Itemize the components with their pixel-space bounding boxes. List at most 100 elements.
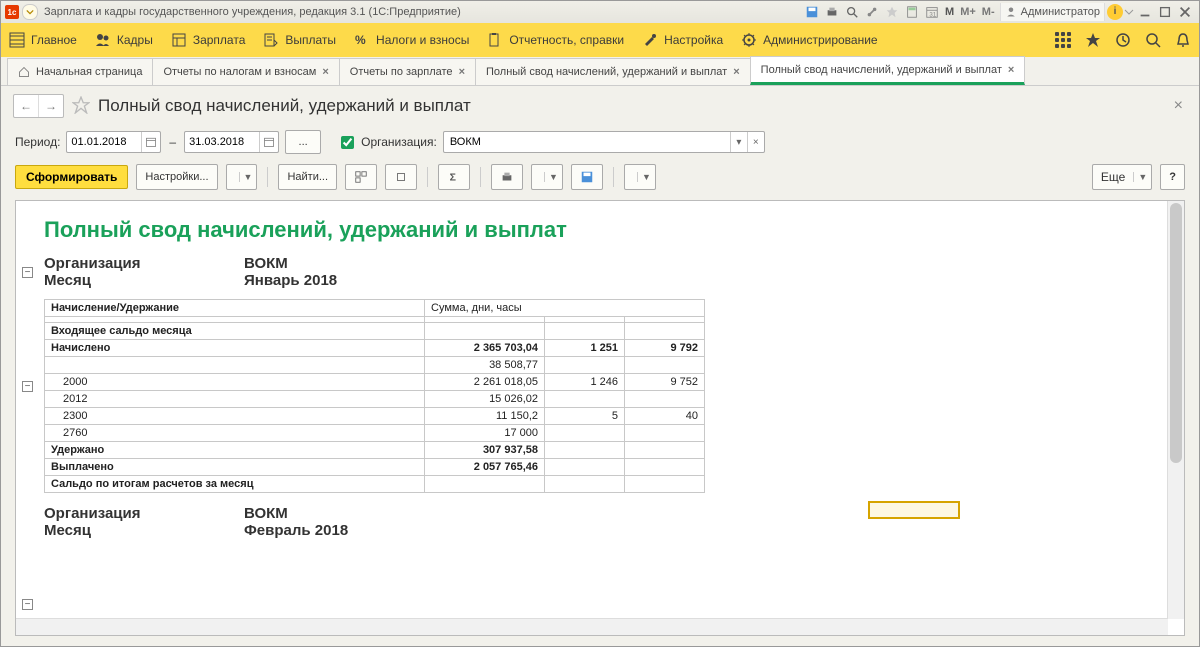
table-row[interactable]: Выплачено2 057 765,46 <box>45 459 705 476</box>
table-row[interactable]: 201215 026,02 <box>45 391 705 408</box>
period-picker-button[interactable]: ... <box>285 130 321 154</box>
generate-button[interactable]: Сформировать <box>15 165 128 189</box>
col-header-2: Сумма, дни, часы <box>425 300 705 317</box>
page-close-icon[interactable]: × <box>1170 93 1187 119</box>
table-row[interactable]: 38 508,77 <box>45 357 705 374</box>
horizontal-scrollbar[interactable] <box>16 618 1168 635</box>
app-brand-icon: 1c <box>5 5 19 19</box>
minimize-icon[interactable] <box>1136 3 1154 21</box>
m-minus-button[interactable]: M- <box>979 6 998 18</box>
search-nav-icon[interactable] <box>1145 32 1161 48</box>
scrollbar-thumb[interactable] <box>1170 203 1182 463</box>
nav-kadry[interactable]: Кадры <box>95 32 153 48</box>
preview-split-button[interactable]: ▼ <box>531 164 563 190</box>
bell-nav-icon[interactable] <box>1175 32 1191 48</box>
tree-toggle[interactable]: − <box>22 267 33 278</box>
sum-button[interactable]: Σ <box>438 164 470 190</box>
m-button[interactable]: M <box>942 6 957 18</box>
link-icon[interactable] <box>863 3 881 21</box>
settings-button[interactable]: Настройки... <box>136 164 217 190</box>
nav-nastroika[interactable]: Настройка <box>642 32 723 48</box>
calendar-icon[interactable]: 31 <box>923 3 941 21</box>
nav-main[interactable]: Главное <box>9 32 77 48</box>
table-row[interactable]: Начислено2 365 703,041 2519 792 <box>45 340 705 357</box>
nav-otchetnost[interactable]: Отчетность, справки <box>487 32 624 48</box>
forward-button[interactable]: → <box>39 95 63 117</box>
spreadsheet-cursor[interactable] <box>868 501 960 519</box>
org-input[interactable] <box>444 136 730 148</box>
info-icon[interactable]: i <box>1107 4 1123 20</box>
favorite-icon[interactable] <box>883 3 901 21</box>
tab-close-icon[interactable]: × <box>322 66 328 78</box>
collapse-groups-button[interactable] <box>385 164 417 190</box>
apps-icon[interactable] <box>1055 32 1071 48</box>
history-nav-icon[interactable] <box>1115 32 1131 48</box>
tab-svod-1[interactable]: Полный свод начислений, удержаний и выпл… <box>475 58 751 85</box>
nav-vyplaty[interactable]: Выплаты <box>263 32 336 48</box>
user-badge[interactable]: Администратор <box>1000 3 1105 21</box>
nav-admin[interactable]: Администрирование <box>741 32 877 48</box>
org-checkbox[interactable] <box>341 136 354 149</box>
report-table[interactable]: Начисление/УдержаниеСумма, дни, часы Вхо… <box>44 299 705 493</box>
tab-close-icon[interactable]: × <box>733 66 739 78</box>
org-filter-check[interactable]: Организация: <box>337 133 437 152</box>
toolbar: Сформировать Настройки... ▼ Найти... Σ ▼… <box>1 158 1199 196</box>
titlebar-menu-icon[interactable] <box>22 4 38 20</box>
filter-row: Период: – ... Организация: ▾ × <box>1 126 1199 158</box>
report-block-2-header: ОрганизацияВОКМ МесяцФевраль 2018 <box>44 505 1140 539</box>
close-window-icon[interactable] <box>1176 3 1194 21</box>
date-to-field[interactable] <box>184 131 279 153</box>
tree-toggle[interactable]: − <box>22 599 33 610</box>
table-row[interactable]: Сальдо по итогам расчетов за месяц <box>45 476 705 493</box>
org-key: Организация <box>44 255 244 272</box>
help-button[interactable]: ? <box>1160 164 1185 190</box>
date-from-input[interactable] <box>67 136 141 148</box>
tab-close-icon[interactable]: × <box>1008 64 1014 76</box>
month-value: Февраль 2018 <box>244 522 348 539</box>
calendar-to-icon[interactable] <box>259 132 278 152</box>
table-row[interactable]: 230011 150,2540 <box>45 408 705 425</box>
maximize-icon[interactable] <box>1156 3 1174 21</box>
org-value: ВОКМ <box>244 505 288 522</box>
more-button[interactable]: Еще▼ <box>1092 164 1152 190</box>
save-report-button[interactable] <box>571 164 603 190</box>
table-row[interactable]: Входящее сальдо месяца <box>45 323 705 340</box>
star-nav-icon[interactable] <box>1085 32 1101 48</box>
tab-zarplata-reports[interactable]: Отчеты по зарплате× <box>339 58 476 85</box>
month-key: Месяц <box>44 522 244 539</box>
email-split-button[interactable]: ▼ <box>624 164 656 190</box>
print-button[interactable] <box>491 164 523 190</box>
info-dropdown-icon[interactable] <box>1124 3 1134 21</box>
tree-toggle[interactable]: − <box>22 381 33 392</box>
calendar-from-icon[interactable] <box>141 132 160 152</box>
search-icon[interactable] <box>843 3 861 21</box>
org-label: Организация: <box>361 135 437 149</box>
print-icon[interactable] <box>823 3 841 21</box>
calculator-icon[interactable] <box>903 3 921 21</box>
org-clear-icon[interactable]: × <box>747 132 764 152</box>
org-select[interactable]: ▾ × <box>443 131 765 153</box>
save-icon[interactable] <box>803 3 821 21</box>
date-from-field[interactable] <box>66 131 161 153</box>
tab-close-icon[interactable]: × <box>459 66 465 78</box>
nav-nalogi[interactable]: %Налоги и взносы <box>354 32 469 48</box>
date-to-input[interactable] <box>185 136 259 148</box>
expand-groups-button[interactable] <box>345 164 377 190</box>
table-row[interactable]: 20002 261 018,051 2469 752 <box>45 374 705 391</box>
copy-split-button[interactable]: ▼ <box>226 164 258 190</box>
m-plus-button[interactable]: M+ <box>957 6 979 18</box>
col-header-1: Начисление/Удержание <box>45 300 425 317</box>
table-row[interactable]: Удержано307 937,58 <box>45 442 705 459</box>
back-button[interactable]: ← <box>14 95 39 117</box>
org-dropdown-icon[interactable]: ▾ <box>730 132 747 152</box>
vertical-scrollbar[interactable] <box>1167 201 1184 619</box>
tab-home[interactable]: Начальная страница <box>7 58 153 85</box>
window-title: Зарплата и кадры государственного учрежд… <box>44 6 461 18</box>
find-button[interactable]: Найти... <box>278 164 337 190</box>
table-row[interactable]: 276017 000 <box>45 425 705 442</box>
star-page-icon[interactable] <box>72 96 90 117</box>
nav-zarplata[interactable]: Зарплата <box>171 32 246 48</box>
tab-svod-2[interactable]: Полный свод начислений, удержаний и выпл… <box>750 56 1026 85</box>
month-value: Январь 2018 <box>244 272 337 289</box>
tab-nalogi-reports[interactable]: Отчеты по налогам и взносам× <box>152 58 339 85</box>
